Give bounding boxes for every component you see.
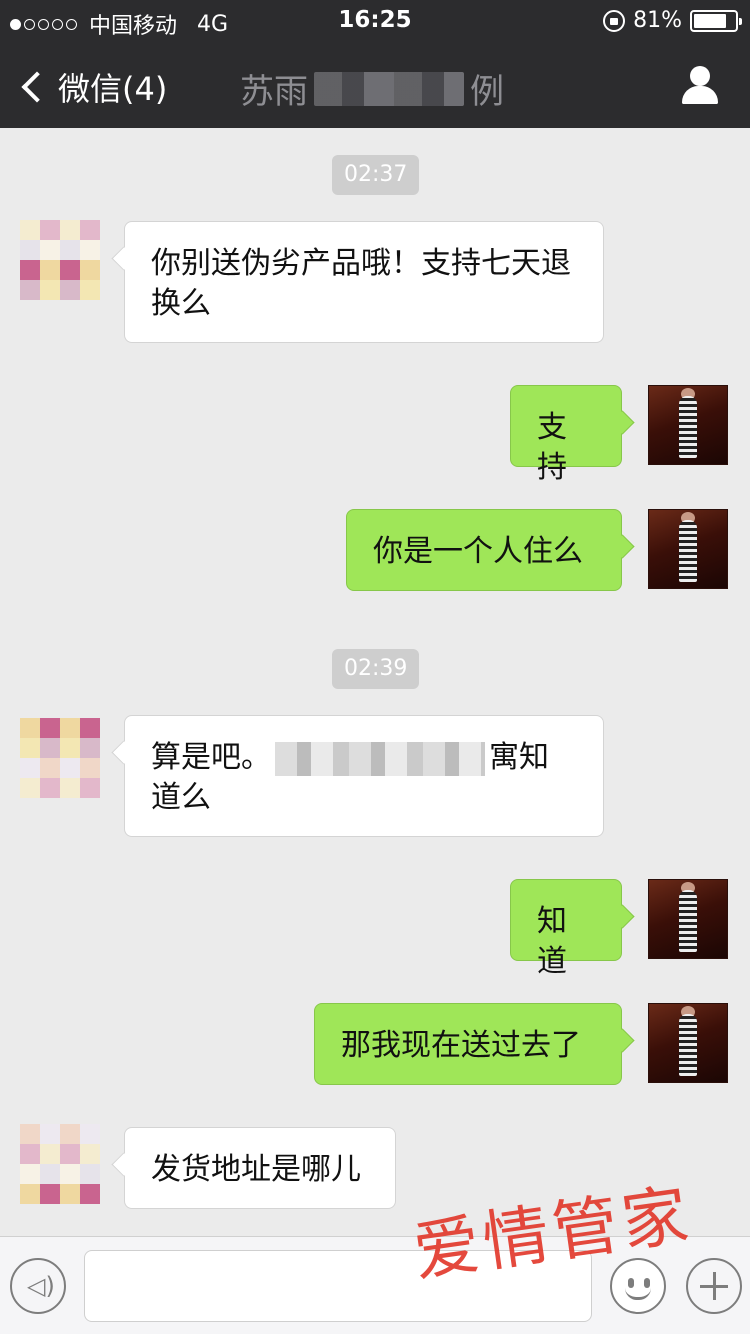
message-bubble-left[interactable]: 算是吧。 寓知道么 (124, 715, 604, 837)
avatar-self[interactable] (648, 879, 728, 959)
message-bubble-right[interactable]: 你是一个人住么 (346, 509, 622, 591)
voice-icon[interactable]: ◁) (10, 1258, 66, 1314)
back-button[interactable]: 微信(4) (18, 64, 167, 110)
avatar-self[interactable] (648, 385, 728, 465)
back-label: 微信(4) (58, 70, 168, 108)
avatar-contact[interactable] (20, 1124, 100, 1204)
plus-icon[interactable] (686, 1258, 742, 1314)
orientation-lock-icon (603, 9, 626, 32)
chat-title: 苏雨 例 (240, 64, 504, 113)
message-bubble-left[interactable]: 发货地址是哪儿 (124, 1127, 396, 1209)
status-right: 81% (603, 8, 742, 33)
title-start: 苏雨 (240, 72, 308, 112)
avatar-contact[interactable] (20, 718, 100, 798)
battery-icon (690, 9, 742, 32)
message-bubble-right[interactable]: 支持 (510, 385, 622, 485)
nav-bar: 微信(4) 苏雨 例 (0, 40, 750, 128)
message-text-start: 算是吧。 (151, 740, 271, 775)
title-redacted (314, 71, 464, 106)
timestamp: 02:39 (332, 649, 420, 689)
person-icon[interactable] (680, 66, 720, 106)
top-bar: 中国移动 4G 16:25 81% 微信(4) 苏雨 例 (0, 0, 750, 128)
status-bar: 中国移动 4G 16:25 81% (0, 0, 750, 40)
timestamp: 02:37 (332, 155, 420, 195)
back-chevron-icon (21, 71, 53, 103)
avatar-contact[interactable] (20, 220, 100, 300)
message-bubble-right[interactable]: 知道 (510, 879, 622, 979)
title-end: 例 (470, 72, 504, 112)
message-redacted (275, 741, 485, 776)
battery-percent: 81% (633, 8, 682, 33)
avatar-self[interactable] (648, 1003, 728, 1083)
avatar-self[interactable] (648, 509, 728, 589)
message-bubble-right[interactable]: 那我现在送过去了 (314, 1003, 622, 1085)
message-bubble-left[interactable]: 你别送伪劣产品哦！支持七天退换么 (124, 221, 604, 343)
